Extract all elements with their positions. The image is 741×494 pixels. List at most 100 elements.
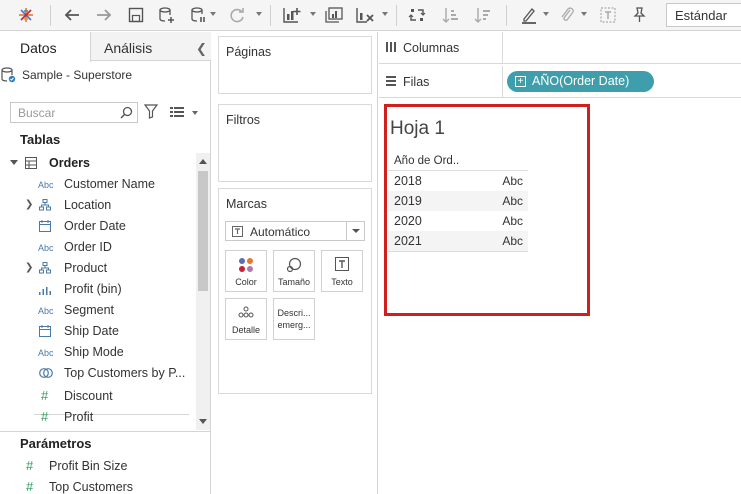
fit-dropdown[interactable]: Estándar	[666, 3, 741, 27]
bins-icon	[39, 283, 59, 296]
fields-scrollbar[interactable]	[196, 153, 210, 430]
field-ship-date[interactable]: Ship Date	[0, 321, 196, 342]
text-button[interactable]: Texto	[321, 250, 363, 292]
collapse-table-icon[interactable]	[10, 160, 18, 165]
field-customer-name[interactable]: Abc Customer Name	[0, 174, 196, 195]
data-source[interactable]: Sample - Superstore	[1, 67, 132, 83]
clear-sheet-caret[interactable]	[382, 12, 388, 16]
highlight-caret[interactable]	[543, 12, 549, 16]
detail-dots-icon	[226, 305, 266, 319]
mark-type-select[interactable]: Automático	[225, 221, 365, 241]
expand-chevron-icon[interactable]: ❯	[25, 262, 33, 273]
rows-shelf[interactable]: Filas + AÑO(Order Date)	[379, 66, 741, 98]
sort-descending-icon[interactable]	[472, 4, 494, 26]
row-year: 2018	[394, 174, 422, 188]
table-orders[interactable]: Orders	[0, 153, 196, 174]
toolbar: Estándar	[0, 0, 741, 31]
field-discount[interactable]: # Discount	[0, 386, 196, 407]
columns-shelf[interactable]: Columnas	[379, 32, 741, 64]
sort-ascending-icon[interactable]	[440, 4, 462, 26]
toolbar-separator	[50, 5, 51, 26]
group-caret[interactable]	[581, 12, 587, 16]
color-label: Color	[235, 277, 257, 287]
row-value: Abc	[502, 194, 523, 208]
detail-button[interactable]: Detalle	[225, 298, 267, 340]
pause-dropdown-caret[interactable]	[210, 12, 216, 16]
color-dots-icon	[226, 257, 266, 273]
table-bottom-divider	[388, 251, 528, 252]
refresh-dropdown-caret[interactable]	[256, 12, 262, 16]
swap-rows-columns-icon[interactable]	[406, 4, 430, 26]
tab-analysis-label: Análisis	[104, 40, 153, 56]
tableau-logo-icon[interactable]	[14, 4, 38, 26]
redo-icon[interactable]	[92, 4, 116, 26]
scroll-down-icon[interactable]	[199, 419, 207, 424]
column-header[interactable]: Año de Ord..	[394, 155, 459, 167]
pill-label: AÑO(Order Date)	[532, 74, 630, 88]
group-members-icon[interactable]	[556, 4, 578, 26]
scroll-up-icon[interactable]	[199, 159, 207, 164]
clear-sheet-icon[interactable]	[353, 4, 377, 26]
expand-plus-icon[interactable]: +	[515, 76, 526, 87]
field-segment[interactable]: Abc Segment	[0, 300, 196, 321]
field-product[interactable]: ❯ Product	[0, 258, 196, 279]
save-icon[interactable]	[124, 4, 148, 26]
table-row[interactable]: 2018 Abc	[388, 171, 528, 191]
columns-label: Columnas	[403, 41, 460, 55]
new-worksheet-caret[interactable]	[310, 12, 316, 16]
size-button[interactable]: Tamaño	[273, 250, 315, 292]
row-value: Abc	[502, 214, 523, 228]
string-type-icon: Abc	[38, 348, 54, 358]
year-order-date-pill[interactable]: + AÑO(Order Date)	[507, 71, 654, 92]
field-name: Order Date	[64, 219, 126, 233]
color-button[interactable]: Color	[225, 250, 267, 292]
table-row[interactable]: 2019 Abc	[388, 191, 528, 211]
tab-data[interactable]: Datos	[0, 32, 91, 62]
filters-card[interactable]: Filtros	[218, 104, 372, 182]
table-row[interactable]: 2020 Abc	[388, 211, 528, 231]
duplicate-sheet-icon[interactable]	[322, 4, 346, 26]
expand-chevron-icon[interactable]: ❯	[25, 199, 33, 210]
field-name: Location	[64, 198, 112, 212]
collapse-pane-icon[interactable]: ❮	[196, 41, 207, 57]
pin-axis-icon[interactable]	[628, 4, 650, 26]
field-profit[interactable]: # Profit	[0, 407, 196, 428]
filter-fields-icon[interactable]	[143, 104, 159, 122]
refresh-icon[interactable]	[226, 4, 248, 26]
view-list-icon[interactable]	[170, 106, 184, 120]
sheet-title[interactable]: Hoja 1	[390, 118, 445, 140]
field-order-id[interactable]: Abc Order ID	[0, 237, 196, 258]
scroll-thumb[interactable]	[198, 171, 208, 291]
view-canvas[interactable]: Hoja 1 Año de Ord.. 2018 Abc 2019 Abc 20…	[379, 98, 741, 494]
pause-updates-icon[interactable]	[187, 4, 209, 26]
view-list-caret[interactable]	[192, 111, 198, 115]
undo-icon[interactable]	[60, 4, 84, 26]
tooltip-button[interactable]: Descri... emerg...	[273, 298, 315, 340]
rows-label: Filas	[403, 75, 430, 89]
field-location[interactable]: ❯ Location	[0, 195, 196, 216]
show-mark-labels-icon[interactable]	[597, 4, 619, 26]
search-field[interactable]: Buscar	[10, 102, 138, 123]
new-worksheet-icon[interactable]	[280, 4, 304, 26]
calendar-icon	[39, 325, 59, 338]
toolbar-separator	[506, 5, 507, 26]
mark-type-dropdown-icon[interactable]	[346, 222, 364, 240]
field-order-date[interactable]: Order Date	[0, 216, 196, 237]
parameters-divider	[0, 431, 210, 432]
field-name: Order ID	[64, 240, 112, 254]
param-name: Profit Bin Size	[49, 459, 128, 473]
param-top-customers[interactable]: # Top Customers	[0, 477, 181, 494]
tab-analysis[interactable]: Análisis	[104, 40, 152, 56]
database-check-icon	[0, 66, 16, 87]
field-top-customers-set[interactable]: Top Customers by P...	[0, 363, 196, 384]
size-icon	[274, 257, 314, 273]
pages-card[interactable]: Páginas	[218, 36, 372, 94]
new-datasource-icon[interactable]	[155, 4, 179, 26]
field-ship-mode[interactable]: Abc Ship Mode	[0, 342, 196, 363]
table-row[interactable]: 2021 Abc	[388, 231, 528, 251]
highlight-pen-icon[interactable]	[518, 4, 540, 26]
row-value: Abc	[502, 234, 523, 248]
param-profit-bin-size[interactable]: # Profit Bin Size	[0, 456, 181, 477]
set-icon	[39, 367, 59, 380]
field-profit-bin[interactable]: Profit (bin)	[0, 279, 196, 300]
